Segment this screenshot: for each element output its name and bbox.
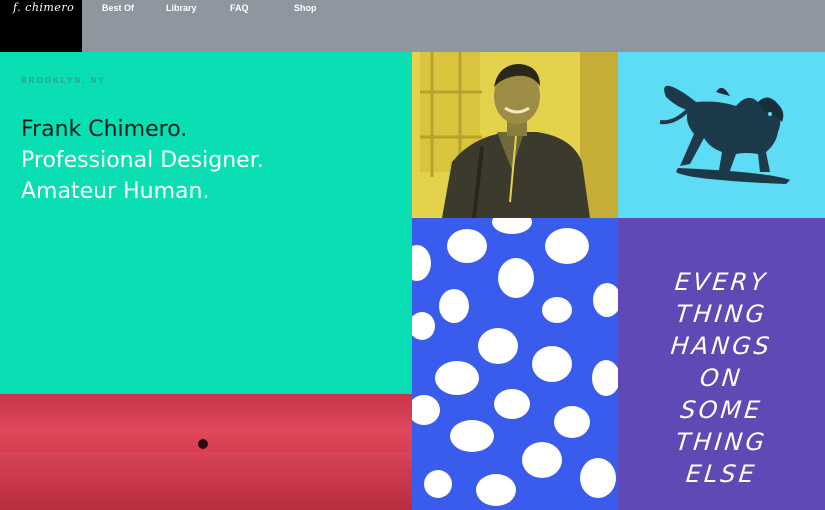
headline-tagline-1: Professional Designer. [21,148,264,173]
portrait-illustration [412,52,618,218]
logo-text: f. chimero [13,1,75,14]
headline-tagline-2: Amateur Human. [21,179,210,204]
quote-line: ELSE [684,460,759,488]
nav-best-of[interactable]: Best Of [102,3,134,13]
brush-dots-illustration [412,218,618,510]
quote-line: SOME [679,396,764,424]
quote-line: THING [674,428,769,456]
chimera-sculpture-illustration [618,52,825,218]
logo[interactable]: f. chimero [0,0,82,52]
quote-text: EVERY THING HANGS ON SOME THING ELSE [618,266,825,490]
intro-panel: BROOKLYN, NY Frank Chimero. Professional… [0,52,412,394]
quote-line: HANGS [669,332,774,360]
sculpture-image[interactable] [618,52,825,218]
quote-poster[interactable]: EVERY THING HANGS ON SOME THING ELSE [618,218,825,510]
portrait-photo[interactable] [412,52,618,218]
sunset-illustration [0,394,412,510]
top-navigation-bar: f. chimero Best Of Library FAQ Shop [0,0,825,52]
nav-shop[interactable]: Shop [294,3,317,13]
nav-faq[interactable]: FAQ [230,3,249,13]
dots-pattern-image[interactable] [412,218,618,510]
headline-name: Frank Chimero. [21,117,188,142]
location-label: BROOKLYN, NY [21,76,106,85]
quote-line: THING [674,300,769,328]
quote-line: EVERY [673,268,770,296]
headline: Frank Chimero. Professional Designer. Am… [21,114,264,207]
quote-line: ON [698,364,745,392]
sunset-photo[interactable] [0,394,412,510]
nav-library[interactable]: Library [166,3,197,13]
